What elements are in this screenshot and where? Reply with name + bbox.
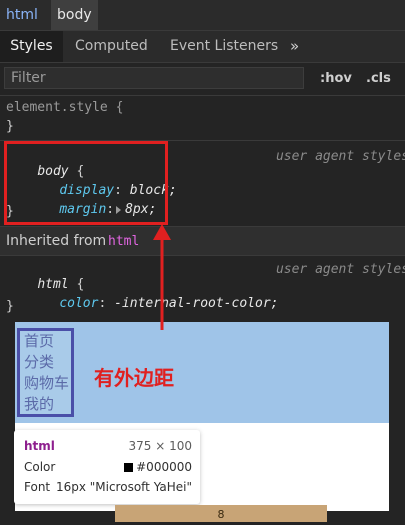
devtools-tab-bar: Styles Computed Event Listeners »	[0, 31, 405, 63]
menu-item-mine: 我的	[24, 395, 55, 413]
body-rule-origin: user agent styles	[275, 149, 405, 164]
element-style-close-brace: }	[6, 119, 14, 134]
html-color-value[interactable]: -internal-root-color;	[114, 296, 278, 311]
tab-computed[interactable]: Computed	[75, 31, 148, 62]
tooltip-color-label: Color	[24, 460, 56, 474]
margin-indicator: 8	[115, 505, 327, 522]
html-rule-origin: user agent styles	[275, 262, 405, 277]
menu-item-home: 首页	[24, 332, 55, 350]
menu-item-category: 分类	[24, 353, 55, 371]
tooltip-tag: html	[24, 439, 55, 453]
filter-row: :hov .cls	[0, 63, 405, 96]
element-style-rule: element.style { }	[0, 96, 405, 141]
menu-item-cart: 购物车	[24, 374, 70, 392]
tooltip-color-value: #000000	[136, 460, 192, 474]
html-rule: html { user agent styles color: -interna…	[0, 256, 405, 318]
annotation-label: 有外边距	[94, 366, 174, 390]
more-tabs-icon[interactable]: »	[290, 31, 299, 62]
tooltip-font-label: Font	[24, 480, 51, 494]
inherited-from-header: Inherited from html	[0, 227, 405, 256]
breadcrumb: html body	[0, 0, 405, 31]
breadcrumb-html[interactable]: html	[0, 0, 44, 30]
html-color-property[interactable]: color	[59, 296, 98, 311]
inherited-from-label: Inherited from	[6, 233, 107, 249]
html-rule-close-brace: }	[6, 299, 14, 314]
tab-event-listeners[interactable]: Event Listeners	[170, 31, 278, 62]
color-swatch	[124, 463, 134, 472]
cls-toggle-button[interactable]: .cls	[366, 71, 391, 86]
tab-styles[interactable]: Styles	[0, 31, 63, 62]
tooltip-size: 375 × 100	[128, 439, 193, 453]
element-info-tooltip: html 375 × 100 Color #000000 Font 16px "…	[14, 430, 200, 504]
hov-toggle-button[interactable]: :hov	[320, 71, 352, 86]
annotation-arrow-icon	[153, 224, 171, 330]
annotation-box-body-rule	[4, 141, 168, 225]
tooltip-font-value: 16px "Microsoft YaHei"	[55, 480, 192, 494]
element-style-selector[interactable]: element.style {	[6, 100, 123, 115]
breadcrumb-body[interactable]: body	[51, 0, 98, 30]
inherited-from-tag[interactable]: html	[108, 234, 139, 249]
filter-input[interactable]	[4, 67, 304, 89]
